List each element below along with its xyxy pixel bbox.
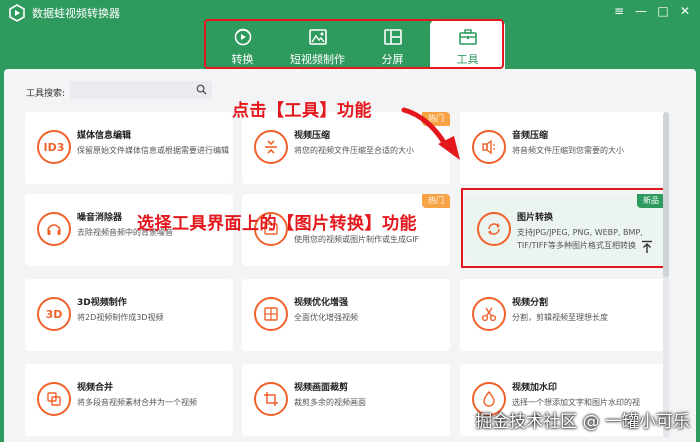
tool-title: 视频合并 bbox=[77, 383, 114, 393]
enhance-icon bbox=[254, 297, 288, 331]
tool-title: 媒体信息编辑 bbox=[77, 131, 132, 141]
annotation-step2: 选择工具界面上的【图片转换】功能 bbox=[137, 214, 417, 234]
toolbox-icon bbox=[458, 29, 477, 45]
tool-desc: 将2D视频制作成3D视频 bbox=[77, 313, 164, 322]
image-convert-icon bbox=[477, 212, 511, 246]
scroll-top-icon[interactable] bbox=[641, 240, 653, 254]
tool-title: 图片转换 bbox=[517, 213, 554, 223]
tool-desc: 分割，剪辑视频至理想长度 bbox=[512, 313, 608, 322]
split-screen-icon bbox=[383, 29, 402, 45]
window-controls: ≡ — □ ✕ bbox=[608, 2, 696, 20]
tab-label: 工具 bbox=[456, 53, 479, 66]
menu-icon[interactable]: ≡ bbox=[608, 2, 630, 20]
3d-icon: 3D bbox=[37, 297, 71, 331]
tab-tools[interactable]: 工具 bbox=[430, 20, 505, 70]
tool-card-video-enhance[interactable]: 视频优化增强 全面优化增强视频 bbox=[242, 279, 450, 351]
audio-compress-icon bbox=[472, 130, 506, 164]
tab-split-screen[interactable]: 分屏 bbox=[355, 20, 430, 68]
crop-icon bbox=[254, 382, 288, 416]
tool-desc: 将多段音视频素材合并为一个视频 bbox=[77, 398, 197, 407]
app-logo-icon bbox=[9, 4, 25, 22]
tool-title: 噪音消除器 bbox=[77, 213, 123, 223]
annotation-step1: 点击【工具】功能 bbox=[232, 101, 372, 121]
tool-card-media-info[interactable]: ID3 媒体信息编辑 保留原始文件媒体信息或根据需要进行编辑 bbox=[25, 112, 233, 184]
tool-title: 视频压缩 bbox=[294, 131, 331, 141]
merge-icon bbox=[37, 382, 71, 416]
tool-desc: 使用您的视频或图片制作或生成GIF bbox=[294, 235, 420, 244]
annotation-arrow-icon bbox=[401, 107, 460, 160]
tab-short-video[interactable]: 短视频制作 bbox=[280, 20, 355, 68]
tool-card-video-merge[interactable]: 视频合并 将多段音视频素材合并为一个视频 bbox=[25, 364, 233, 436]
minimize-button[interactable]: — bbox=[630, 2, 652, 20]
convert-icon bbox=[234, 28, 251, 46]
main-tabs: 转换 短视频制作 分屏 工具 bbox=[205, 20, 505, 70]
tool-card-video-split[interactable]: 视频分割 分割，剪辑视频至理想长度 bbox=[460, 279, 668, 351]
search-icon[interactable] bbox=[196, 84, 207, 95]
tool-title: 音频压缩 bbox=[512, 131, 549, 141]
search-label: 工具搜索: bbox=[26, 89, 66, 99]
tool-title: 视频优化增强 bbox=[294, 298, 349, 308]
tool-title: 视频加水印 bbox=[512, 383, 558, 393]
tool-desc: 将音频文件压缩到您需要的大小 bbox=[512, 146, 624, 155]
tool-card-video-crop[interactable]: 视频画面裁剪 裁剪多余的视频画面 bbox=[242, 364, 450, 436]
tools-panel: 工具搜索: ID3 媒体信息编辑 保留原始文件媒体信息或根据需要进行编辑 视频压… bbox=[4, 69, 696, 442]
tab-label: 转换 bbox=[231, 53, 254, 66]
tool-desc: 全面优化增强视频 bbox=[294, 313, 358, 322]
scrollbar-thumb[interactable] bbox=[663, 112, 669, 277]
tool-title: 3D视频制作 bbox=[77, 298, 127, 308]
tool-desc: 保留原始文件媒体信息或根据需要进行编辑 bbox=[77, 146, 229, 155]
id3-icon: ID3 bbox=[37, 130, 71, 164]
new-badge: 新品 bbox=[637, 194, 665, 208]
hot-badge: 热门 bbox=[422, 194, 450, 208]
app-title: 数据蛙视频转换器 bbox=[32, 7, 120, 20]
compress-icon bbox=[254, 130, 288, 164]
tab-convert[interactable]: 转换 bbox=[205, 20, 280, 68]
tool-card-image-convert[interactable]: 图片转换 支持JPG/JPEG, PNG, WEBP, BMP, TIF/TIF… bbox=[465, 194, 665, 264]
tool-desc: 裁剪多余的视频画面 bbox=[294, 398, 366, 407]
tab-label: 短视频制作 bbox=[290, 53, 345, 66]
headphones-icon bbox=[37, 212, 71, 246]
close-button[interactable]: ✕ bbox=[674, 2, 696, 20]
search-input[interactable] bbox=[70, 81, 212, 99]
scrollbar[interactable] bbox=[663, 112, 669, 438]
image-edit-icon bbox=[308, 29, 327, 45]
scissors-icon bbox=[472, 297, 506, 331]
maximize-button[interactable]: □ bbox=[652, 2, 674, 20]
tool-desc: 支持JPG/JPEG, PNG, WEBP, BMP, TIF/TIFF等多种图… bbox=[517, 228, 643, 250]
tool-card-3d-video[interactable]: 3D 3D视频制作 将2D视频制作成3D视频 bbox=[25, 279, 233, 351]
tab-label: 分屏 bbox=[381, 53, 404, 66]
watermark-text: 掘金技术社区 @ 一罐小可乐 bbox=[475, 412, 690, 432]
tool-title: 视频分割 bbox=[512, 298, 549, 308]
tool-title: 视频画面裁剪 bbox=[294, 383, 349, 393]
tool-card-audio-compress[interactable]: 音频压缩 将音频文件压缩到您需要的大小 bbox=[460, 112, 668, 184]
